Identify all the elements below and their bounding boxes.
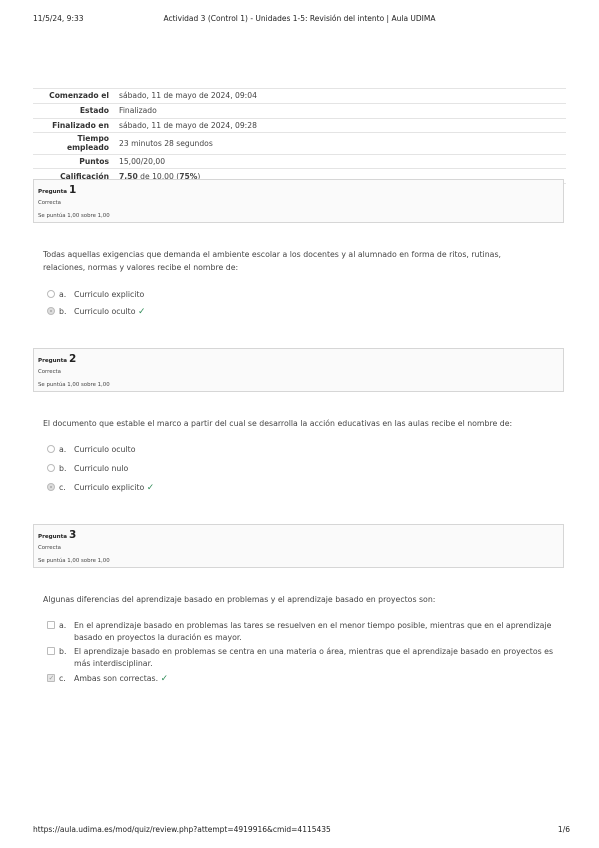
page-title: Actividad 3 (Control 1) - Unidades 1-5: … <box>163 14 436 23</box>
checkbox[interactable] <box>47 672 55 684</box>
question-grade: Se puntúa 1,00 sobre 1,00 <box>38 558 110 564</box>
question-info-box: Pregunta 1 Correcta Se puntúa 1,00 sobre… <box>33 179 564 223</box>
summary-row-time: Tiempo empleado 23 minutos 28 segundos <box>33 132 566 155</box>
answer-text: Curriculo nulo <box>74 464 129 473</box>
question-grade: Se puntúa 1,00 sobre 1,00 <box>38 213 110 219</box>
summary-row-state: Estado Finalizado <box>33 102 566 119</box>
answer-text: Curriculo oculto <box>74 445 136 454</box>
question-grade: Se puntúa 1,00 sobre 1,00 <box>38 382 110 388</box>
summary-value: sábado, 11 de mayo de 2024, 09:04 <box>115 88 566 104</box>
summary-row-finished: Finalizado en sábado, 11 de mayo de 2024… <box>33 117 566 133</box>
answer-text: Curriculo explicito <box>74 290 145 299</box>
answer-text: Ambas son correctas. <box>74 674 159 683</box>
question-text: Todas aquellas exigencias que demanda el… <box>43 250 501 272</box>
summary-label: Estado <box>33 102 115 119</box>
question-state: Correcta <box>38 545 61 551</box>
answer-text: En el aprendizaje basado en problemas la… <box>74 621 552 642</box>
summary-label: Puntos <box>33 153 115 169</box>
question-number: Pregunta 1 <box>38 184 77 196</box>
correct-check-icon: ✓ <box>146 483 155 493</box>
question-text: El documento que estable el marco a part… <box>43 419 513 428</box>
radio-button[interactable] <box>47 483 55 491</box>
question-state: Correcta <box>38 369 61 375</box>
summary-label: Finalizado en <box>33 117 115 133</box>
summary-value: 23 minutos 28 segundos <box>115 132 566 155</box>
summary-value: 15,00/20,00 <box>115 153 566 169</box>
answer-text: Curriculo explicito <box>74 483 145 492</box>
summary-label: Tiempo empleado <box>33 132 115 155</box>
question-info-box: Pregunta 3 Correcta Se puntúa 1,00 sobre… <box>33 524 564 568</box>
summary-value: Finalizado <box>115 102 566 119</box>
page-url: https://aula.udima.es/mod/quiz/review.ph… <box>33 825 331 834</box>
radio-button[interactable] <box>47 290 55 298</box>
question-text: Algunas diferencias del aprendizaje basa… <box>43 595 436 604</box>
question-number: Pregunta 2 <box>38 353 77 365</box>
summary-value: sábado, 11 de mayo de 2024, 09:28 <box>115 117 566 133</box>
summary-label: Comenzado el <box>33 88 115 104</box>
attempt-summary-table: Comenzado el sábado, 11 de mayo de 2024,… <box>33 88 566 185</box>
correct-check-icon: ✓ <box>160 674 169 684</box>
question-state: Correcta <box>38 200 61 206</box>
summary-row-points: Puntos 15,00/20,00 <box>33 153 566 169</box>
answer-text: Curriculo oculto <box>74 307 136 316</box>
radio-button[interactable] <box>47 464 55 472</box>
radio-button[interactable] <box>47 445 55 453</box>
answer-text: El aprendizaje basado en problemas se ce… <box>74 647 554 668</box>
checkbox[interactable] <box>47 621 55 629</box>
radio-button[interactable] <box>47 307 55 315</box>
page-number: 1/6 <box>557 825 570 834</box>
question-info-box: Pregunta 2 Correcta Se puntúa 1,00 sobre… <box>33 348 564 392</box>
summary-row-started: Comenzado el sábado, 11 de mayo de 2024,… <box>33 88 566 104</box>
correct-check-icon: ✓ <box>137 307 146 317</box>
question-number: Pregunta 3 <box>38 529 77 541</box>
checkbox[interactable] <box>47 647 55 655</box>
